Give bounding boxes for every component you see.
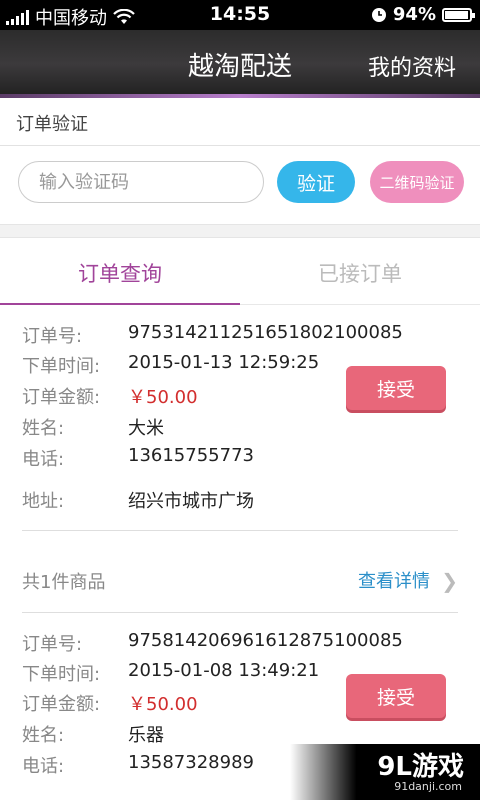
status-bar: 中国移动 14:55 94%	[0, 0, 480, 30]
phone-row: 电话: 13615755773	[22, 445, 254, 471]
chevron-right-icon[interactable]: ❯	[441, 569, 458, 593]
active-tab-indicator	[0, 303, 240, 305]
order-no-label: 订单号:	[22, 326, 83, 347]
items-count: 共1件商品	[22, 572, 106, 593]
order-verify-label: 订单验证	[16, 114, 88, 135]
alarm-clock-icon	[371, 7, 386, 22]
phone-row: 电话: 13587328989	[22, 752, 254, 778]
divider	[0, 145, 480, 146]
order-amount-row: 订单金额: ￥50.00	[22, 690, 198, 716]
customer-name-value: 乐器	[128, 725, 164, 746]
phone-value: 13587328989	[128, 752, 254, 773]
order-no-value: 975314211251651802100085	[128, 322, 403, 343]
app-header: 越淘配送 我的资料	[0, 30, 480, 98]
order-time-row: 下单时间: 2015-01-13 12:59:25	[22, 352, 319, 378]
watermark: 9L游戏 91danji.com	[290, 744, 480, 800]
order-amount-label: 订单金额:	[22, 694, 101, 715]
section-spacer	[0, 224, 480, 238]
accept-button[interactable]: 接受	[346, 366, 446, 410]
my-profile-link[interactable]: 我的资料	[368, 50, 456, 82]
phone-label: 电话:	[22, 756, 65, 777]
accept-button[interactable]: 接受	[346, 674, 446, 718]
order-time-row: 下单时间: 2015-01-08 13:49:21	[22, 660, 319, 686]
verify-button[interactable]: 验证	[277, 161, 355, 203]
customer-name-row: 姓名: 乐器	[22, 721, 164, 747]
order-time-label: 下单时间:	[22, 664, 101, 685]
customer-name-row: 姓名: 大米	[22, 414, 164, 440]
address-label: 地址:	[22, 491, 65, 512]
address-value: 绍兴市城市广场	[128, 491, 254, 512]
battery-percent: 94%	[392, 4, 436, 25]
view-details-link[interactable]: 查看详情	[358, 567, 430, 593]
phone-value: 13615755773	[128, 445, 254, 466]
tab-order-query[interactable]: 订单查询	[0, 258, 240, 288]
order-amount-row: 订单金额: ￥50.00	[22, 383, 198, 409]
customer-name-label: 姓名:	[22, 725, 65, 746]
customer-name-value: 大米	[128, 418, 164, 439]
watermark-site: 91danji.com	[394, 780, 462, 793]
address-row: 地址: 绍兴市城市广场	[22, 487, 254, 513]
tab-divider	[240, 304, 480, 305]
tab-accepted-orders[interactable]: 已接订单	[240, 258, 480, 288]
order-no-row: 订单号: 975814206961612875100085	[22, 630, 403, 656]
status-right: 94%	[371, 4, 475, 25]
watermark-brand: 9L游戏	[377, 752, 464, 782]
order-no-row: 订单号: 975314211251651802100085	[22, 322, 403, 348]
phone-label: 电话:	[22, 449, 65, 470]
qr-verify-button[interactable]: 二维码验证	[370, 161, 464, 203]
order-time-value: 2015-01-13 12:59:25	[128, 352, 320, 373]
order-time-label: 下单时间:	[22, 356, 101, 377]
order-time-value: 2015-01-08 13:49:21	[128, 660, 320, 681]
order-no-value: 975814206961612875100085	[128, 630, 403, 651]
divider	[22, 530, 458, 531]
order-amount-value: ￥50.00	[128, 694, 198, 715]
order-no-label: 订单号:	[22, 634, 83, 655]
divider	[22, 612, 458, 613]
verify-code-input[interactable]	[18, 161, 264, 203]
order-amount-label: 订单金额:	[22, 387, 101, 408]
customer-name-label: 姓名:	[22, 418, 65, 439]
order-amount-value: ￥50.00	[128, 387, 198, 408]
battery-icon	[442, 7, 475, 22]
